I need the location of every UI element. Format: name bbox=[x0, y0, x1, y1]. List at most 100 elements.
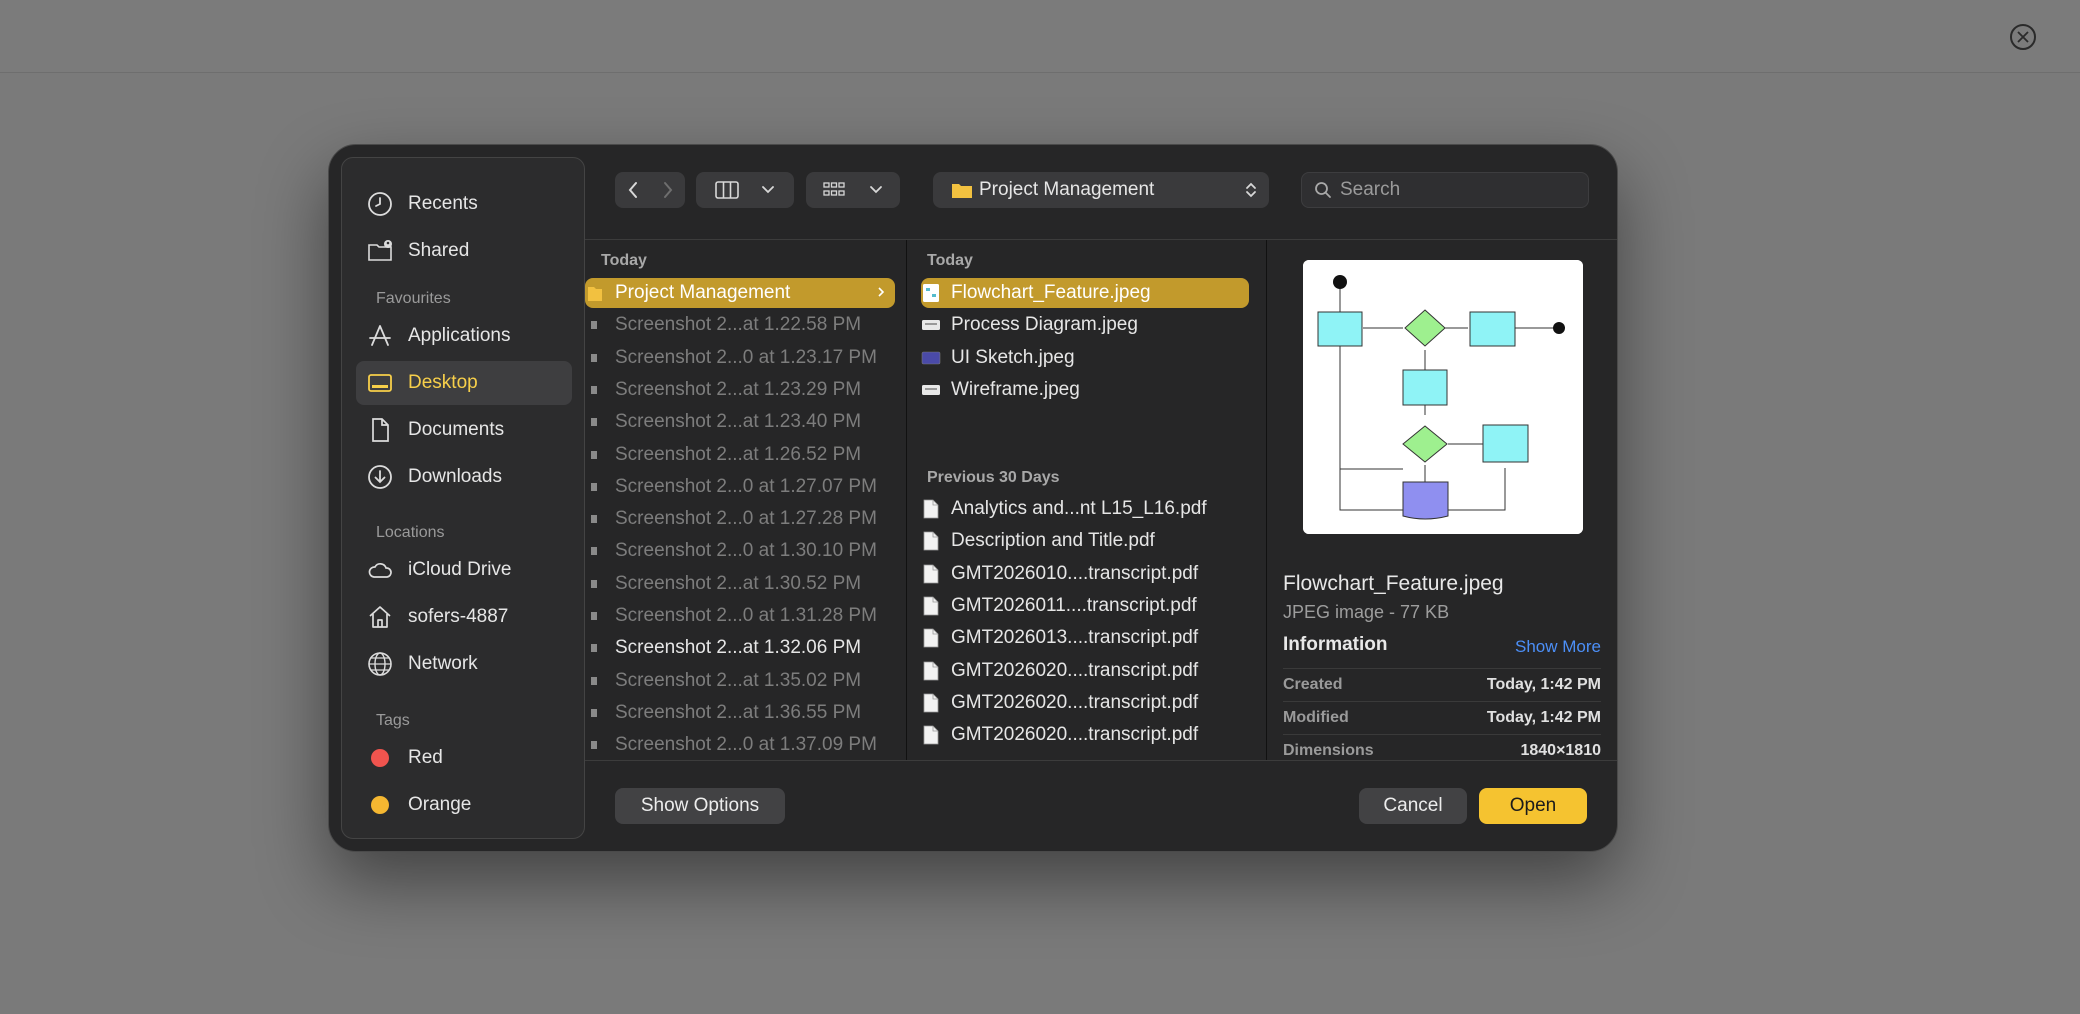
file-row[interactable]: Screenshot 2...0 at 1.37.09 PM bbox=[585, 730, 885, 760]
column-view-icon bbox=[715, 181, 739, 199]
sidebar-item-label: Applications bbox=[408, 325, 511, 346]
image-file-icon bbox=[585, 444, 605, 466]
file-row[interactable]: Screenshot 2...at 1.32.06 PM bbox=[585, 633, 885, 663]
sidebar-item-documents[interactable]: Documents bbox=[356, 408, 572, 452]
file-row[interactable]: GMT2026013....transcript.pdf bbox=[921, 623, 1249, 653]
file-row[interactable]: Screenshot 2...at 1.22.58 PM bbox=[585, 310, 885, 340]
pdf-file-icon bbox=[921, 692, 941, 714]
meta-row-created: Created Today, 1:42 PM bbox=[1283, 668, 1601, 701]
file-row[interactable]: Screenshot 2...0 at 1.30.10 PM bbox=[585, 536, 885, 566]
chevron-left-icon bbox=[628, 182, 637, 198]
sidebar-item-home[interactable]: sofers-4887 bbox=[356, 595, 572, 639]
cloud-icon bbox=[366, 556, 394, 584]
file-row[interactable]: Screenshot 2...0 at 1.31.28 PM bbox=[585, 601, 885, 631]
row-label: Screenshot 2...at 1.23.29 PM bbox=[615, 378, 862, 400]
image-file-icon bbox=[585, 702, 605, 724]
sidebar-item-desktop[interactable]: Desktop bbox=[356, 361, 572, 405]
file-row[interactable]: Screenshot 2...at 1.30.52 PM bbox=[585, 569, 885, 599]
shared-folder-icon bbox=[366, 237, 394, 265]
row-label: Screenshot 2...0 at 1.31.28 PM bbox=[615, 605, 877, 626]
image-file-icon bbox=[585, 573, 605, 595]
file-row[interactable]: Screenshot 2...at 1.23.40 PM bbox=[585, 407, 885, 437]
search-placeholder: Search bbox=[1340, 179, 1401, 200]
file-row[interactable]: Screenshot 2...at 1.26.52 PM bbox=[585, 440, 885, 470]
sidebar-item-shared[interactable]: Shared bbox=[356, 229, 572, 273]
cancel-button[interactable]: Cancel bbox=[1359, 788, 1467, 824]
group-by-button[interactable] bbox=[806, 172, 900, 208]
view-mode-button[interactable] bbox=[696, 172, 794, 208]
forward-button[interactable] bbox=[650, 172, 685, 208]
show-more-link[interactable]: Show More bbox=[1515, 637, 1601, 657]
row-label: Analytics and...nt L15_L16.pdf bbox=[951, 498, 1207, 519]
sidebar-item-applications[interactable]: Applications bbox=[356, 314, 572, 358]
open-file-dialog: Recents Shared Favourites Applications D… bbox=[328, 144, 1618, 852]
row-label: Screenshot 2...at 1.26.52 PM bbox=[615, 443, 862, 465]
open-button[interactable]: Open bbox=[1479, 788, 1587, 824]
pdf-file-icon bbox=[921, 498, 941, 520]
file-row[interactable]: Analytics and...nt L15_L16.pdf bbox=[921, 494, 1249, 524]
image-file-icon bbox=[921, 314, 941, 336]
pdf-file-icon bbox=[921, 660, 941, 682]
top-bar bbox=[0, 0, 2080, 73]
search-field[interactable]: Search bbox=[1301, 172, 1589, 208]
row-label: GMT2026020....transcript.pdf bbox=[951, 659, 1199, 681]
folder-row-project-management[interactable]: Project Management bbox=[585, 278, 895, 308]
sidebar-item-icloud-drive[interactable]: iCloud Drive bbox=[356, 548, 572, 592]
meta-value: 1840×1810 bbox=[1520, 742, 1601, 759]
file-row[interactable]: GMT2026010....transcript.pdf bbox=[921, 559, 1249, 589]
folder-icon bbox=[952, 184, 972, 198]
folder-icon bbox=[585, 282, 605, 304]
file-row[interactable]: Description and Title.pdf bbox=[921, 526, 1249, 556]
sidebar: Recents Shared Favourites Applications D… bbox=[341, 157, 585, 839]
sidebar-item-recents[interactable]: Recents bbox=[356, 182, 572, 226]
file-row[interactable]: Screenshot 2...0 at 1.23.17 PM bbox=[585, 343, 885, 373]
file-row[interactable]: Wireframe.jpeg bbox=[921, 375, 1249, 405]
sidebar-item-label: Desktop bbox=[408, 372, 478, 393]
file-row[interactable]: GMT2026020....transcript.pdf bbox=[921, 688, 1249, 718]
file-row[interactable]: GMT2026020....transcript.pdf bbox=[921, 656, 1249, 686]
sidebar-item-downloads[interactable]: Downloads bbox=[356, 455, 572, 499]
row-label: Screenshot 2...at 1.23.40 PM bbox=[615, 411, 862, 433]
file-row[interactable]: Flowchart_Feature.jpeg bbox=[921, 278, 1249, 308]
footer-divider bbox=[585, 760, 1617, 761]
file-row[interactable]: Screenshot 2...at 1.35.02 PM bbox=[585, 666, 885, 696]
search-icon bbox=[1315, 182, 1331, 198]
sidebar-item-label: Documents bbox=[408, 419, 505, 440]
file-row[interactable]: Process Diagram.jpeg bbox=[921, 310, 1249, 340]
row-label: GMT2026020....transcript.pdf bbox=[951, 724, 1199, 746]
file-row[interactable]: GMT2026020....transcript.pdf bbox=[921, 720, 1249, 750]
row-label: Flowchart_Feature.jpeg bbox=[951, 282, 1151, 303]
file-row[interactable]: UI Sketch.jpeg bbox=[921, 343, 1249, 373]
sidebar-item-tag-orange[interactable]: Orange bbox=[356, 783, 572, 827]
file-row[interactable]: Screenshot 2...0 at 1.27.28 PM bbox=[585, 504, 885, 534]
meta-row-modified: Modified Today, 1:42 PM bbox=[1283, 701, 1601, 734]
pdf-file-icon bbox=[921, 595, 941, 617]
close-overlay-button[interactable] bbox=[2010, 24, 2036, 50]
image-file-icon bbox=[585, 379, 605, 401]
back-button[interactable] bbox=[615, 172, 650, 208]
home-icon bbox=[366, 603, 394, 631]
file-row[interactable]: Screenshot 2...at 1.36.55 PM bbox=[585, 698, 885, 728]
download-icon bbox=[366, 463, 394, 491]
location-label: Project Management bbox=[979, 179, 1155, 200]
show-options-button[interactable]: Show Options bbox=[615, 788, 785, 824]
file-row[interactable]: Screenshot 2...at 1.23.29 PM bbox=[585, 375, 885, 405]
file-row[interactable]: Screenshot 2...0 at 1.27.07 PM bbox=[585, 472, 885, 502]
preview-kind: JPEG image - 77 KB bbox=[1283, 602, 1450, 622]
sidebar-item-tag-red[interactable]: Red bbox=[356, 736, 572, 780]
chevron-down-icon bbox=[870, 186, 882, 194]
locations-header: Locations bbox=[376, 524, 445, 541]
preview-filename: Flowchart_Feature.jpeg bbox=[1283, 572, 1504, 595]
row-label: GMT2026010....transcript.pdf bbox=[951, 562, 1199, 584]
applications-icon bbox=[366, 322, 394, 350]
row-label: Screenshot 2...at 1.22.58 PM bbox=[615, 314, 862, 336]
pdf-file-icon bbox=[921, 563, 941, 585]
image-file-icon bbox=[585, 540, 605, 562]
pdf-file-icon bbox=[921, 530, 941, 552]
image-file-icon bbox=[585, 670, 605, 692]
row-label: Screenshot 2...at 1.36.55 PM bbox=[615, 701, 862, 723]
file-row[interactable]: GMT2026011....transcript.pdf bbox=[921, 591, 1249, 621]
document-icon bbox=[366, 416, 394, 444]
sidebar-item-network[interactable]: Network bbox=[356, 642, 572, 686]
location-popup[interactable]: Project Management bbox=[933, 172, 1269, 208]
